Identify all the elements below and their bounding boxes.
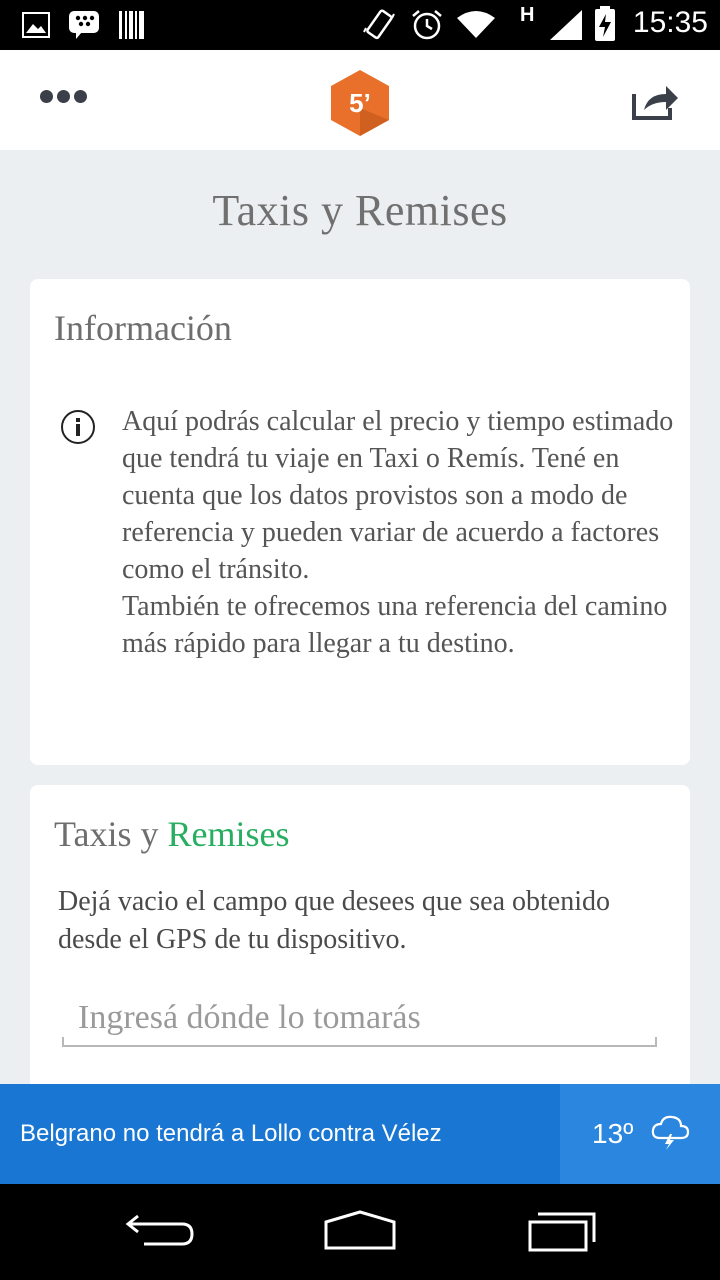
image-icon [22,12,50,38]
status-bar: H 15:35 [0,0,720,50]
info-text: Aquí podrás calcular el precio y tiempo … [122,403,682,662]
storm-cloud-icon [651,1115,690,1150]
taxi-form-card: Taxis y Remises Dejá vacio el campo que … [30,785,690,1105]
app-logo[interactable]: 5’ [325,68,395,138]
news-headline[interactable]: Belgrano no tendrá a Lollo contra Vélez [20,1120,442,1148]
taxi-card-description: Dejá vacio el campo que desees que sea o… [58,886,611,955]
hspa-signal-icon [550,10,582,40]
info-paragraph: Aquí podrás calcular el precio y tiempo … [122,406,674,585]
info-card-title: Información [54,308,232,348]
info-card: Información Aquí podrás calcular el prec… [30,279,690,765]
info-icon [61,410,95,444]
taxi-card-title-part2: Remises [167,814,290,854]
vibrate-icon [363,9,395,40]
taxi-card-title: Taxis y Remises [54,813,289,855]
home-icon[interactable] [322,1208,398,1252]
page-title: Taxis y Remises [212,186,508,235]
system-nav-bar [0,1184,720,1280]
logo-text: 5’ [349,88,371,118]
status-time: 15:35 [632,6,708,39]
back-icon[interactable] [124,1208,200,1252]
taxi-card-title-part1: Taxis y [54,814,168,854]
overflow-menu-icon[interactable] [40,90,90,110]
input-underline [62,1037,657,1047]
weather-widget[interactable]: 13º [560,1084,720,1184]
share-icon[interactable] [630,80,680,122]
network-type-label: H [520,4,535,26]
temperature: 13º [592,1118,634,1149]
wifi-icon [457,11,495,38]
recents-icon[interactable] [524,1208,600,1252]
bbm-icon [69,11,99,39]
alarm-icon [412,10,442,40]
barcode-icon [119,11,144,39]
info-paragraph: También te ofrecemos una referencia del … [122,591,668,659]
news-bar[interactable]: Belgrano no tendrá a Lollo contra Vélez … [0,1084,720,1184]
battery-charging-icon [595,6,615,41]
